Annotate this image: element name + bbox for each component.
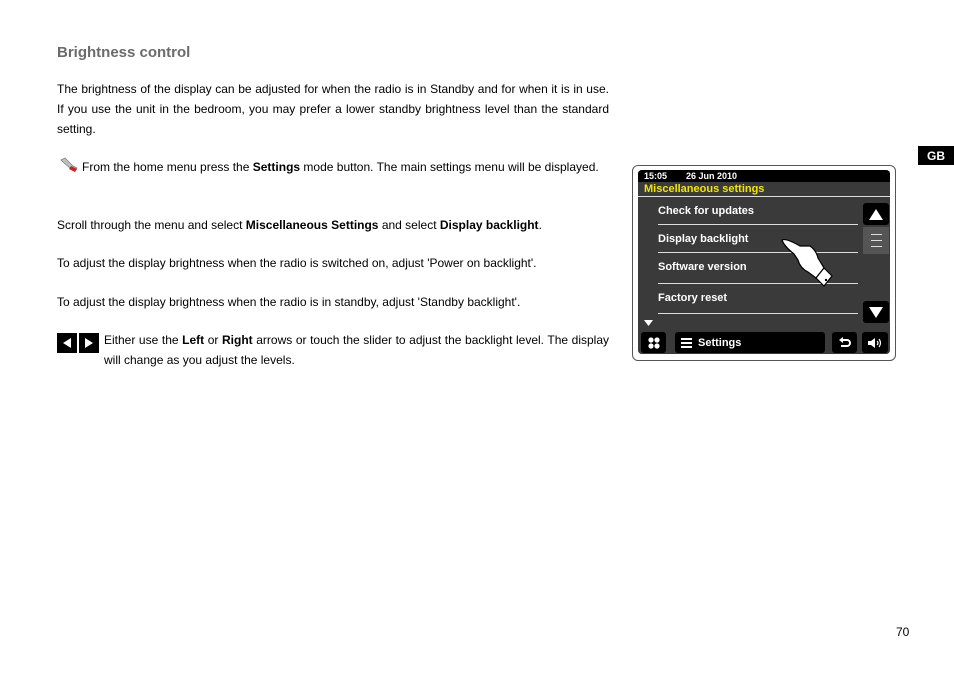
intro-paragraph: The brightness of the display can be adj… [57, 82, 609, 136]
clock-date: 26 Jun 2010 [686, 171, 738, 181]
home-button[interactable] [641, 332, 666, 353]
tool-icon [60, 157, 78, 172]
menu-icon [681, 337, 692, 348]
step-standby: To adjust the display brightness when th… [57, 295, 521, 309]
step-settings: From the home menu press the Settings mo… [82, 160, 599, 174]
down-arrow-icon [869, 306, 883, 318]
bottom-bar: Settings [638, 330, 890, 354]
language-tab: GB [918, 146, 954, 165]
scroll-down-button[interactable] [863, 301, 889, 323]
home-grid-icon [647, 336, 660, 349]
menu-divider [658, 313, 858, 314]
volume-icon [868, 337, 882, 348]
section-heading: Brightness control [57, 44, 191, 61]
step-adjust: Either use the Left or Right arrows or t… [104, 333, 609, 367]
back-icon [838, 336, 851, 347]
more-below-icon [644, 320, 653, 326]
pointing-hand-icon [781, 239, 833, 287]
right-arrow-icon [79, 333, 99, 353]
menu-divider [658, 224, 858, 225]
settings-mode-button[interactable]: Settings [675, 332, 825, 353]
screen-title: Miscellaneous settings [644, 183, 765, 195]
scroll-thumb[interactable] [863, 227, 889, 254]
menu-item[interactable]: Software version [658, 261, 747, 273]
up-arrow-icon [869, 208, 883, 220]
arrow-icons [57, 333, 99, 353]
title-divider [638, 196, 890, 197]
page-number: 70 [896, 625, 910, 639]
menu-item[interactable]: Display backlight [658, 233, 748, 245]
menu-item[interactable]: Factory reset [658, 292, 727, 304]
status-bar: 15:05 26 Jun 2010 [638, 170, 890, 182]
mode-label: Settings [698, 336, 742, 349]
scroll-up-button[interactable] [863, 203, 889, 225]
step-select: Scroll through the menu and select Misce… [57, 218, 542, 232]
back-button[interactable] [832, 332, 857, 353]
step-power-on: To adjust the display brightness when th… [57, 256, 537, 270]
volume-button[interactable] [862, 332, 888, 353]
clock-time: 15:05 [644, 171, 668, 181]
radio-display-illustration: 15:05 26 Jun 2010 Miscellaneous settings… [632, 165, 896, 361]
radio-screen: 15:05 26 Jun 2010 Miscellaneous settings… [638, 170, 890, 354]
left-arrow-icon [57, 333, 77, 353]
menu-item[interactable]: Check for updates [658, 205, 754, 217]
